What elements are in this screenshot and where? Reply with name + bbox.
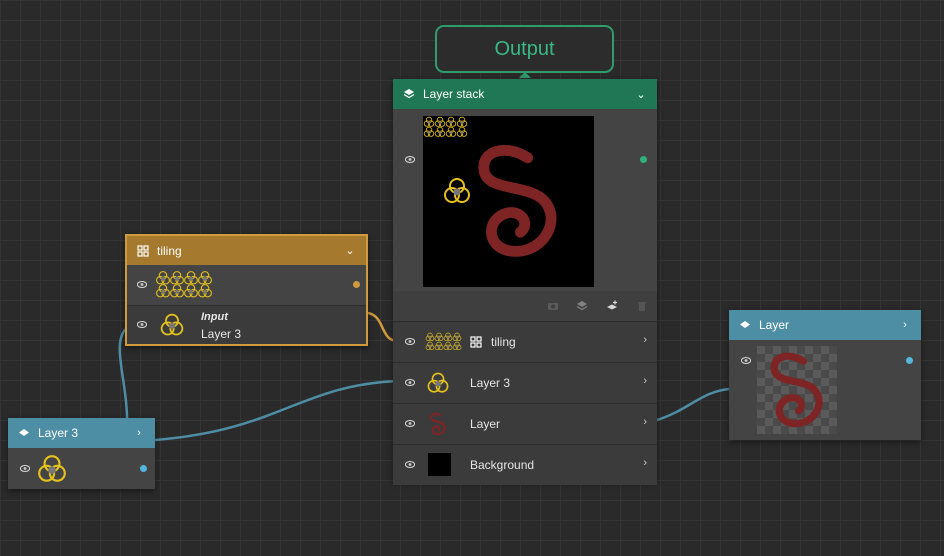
trefoil-knot-thumbnail <box>38 455 66 482</box>
red-swirl-preview <box>757 346 837 434</box>
chevron-right-icon[interactable]: › <box>643 457 647 469</box>
layer-header[interactable]: Layer › <box>729 310 921 340</box>
tiling-node[interactable]: tiling ⌄ Input Layer 3 <box>125 234 368 346</box>
eye-icon[interactable] <box>741 357 751 364</box>
layer-stack-header[interactable]: Layer stack ⌄ <box>393 79 657 109</box>
chevron-right-icon[interactable]: › <box>643 375 647 387</box>
layer-node[interactable]: Layer › <box>729 310 921 440</box>
stack-row-layer3[interactable]: Layer 3 › <box>393 362 657 403</box>
eye-icon[interactable] <box>137 321 147 328</box>
grid-icon <box>137 245 149 257</box>
eye-icon[interactable] <box>405 461 415 468</box>
add-layer-icon[interactable] <box>606 300 618 312</box>
camera-icon[interactable] <box>547 300 559 312</box>
eye-icon[interactable] <box>405 338 415 345</box>
eye-icon[interactable] <box>137 281 147 288</box>
black-square-thumbnail <box>428 453 451 476</box>
chevron-right-icon[interactable]: › <box>643 334 647 346</box>
layer3-node[interactable]: Layer 3 › <box>8 418 155 489</box>
layers-icon <box>403 88 415 100</box>
tiling-title: tiling <box>157 243 182 258</box>
layer3-title: Layer 3 <box>38 426 79 440</box>
transparency-checker <box>757 346 837 434</box>
layer-title: Layer <box>759 318 790 332</box>
layer-stack-preview <box>393 109 657 321</box>
layer-stack-title: Layer stack <box>423 87 485 101</box>
tiled-knots-thumbnail <box>156 271 212 298</box>
chevron-right-icon[interactable]: › <box>899 319 911 331</box>
stack-row-tiling[interactable]: tiling › <box>393 321 657 362</box>
grid-icon <box>470 336 482 348</box>
output-input-port[interactable] <box>519 72 531 78</box>
tiling-input-value: Layer 3 <box>201 327 242 341</box>
layer-preview-row <box>729 340 921 440</box>
trefoil-knot-thumbnail <box>160 313 184 336</box>
layer-icon <box>18 427 30 439</box>
layer3-preview-row <box>8 448 155 489</box>
chevron-down-icon[interactable]: ⌄ <box>635 88 647 101</box>
layer-stack-node[interactable]: Layer stack ⌄ tiling › Layer 3 › Layer ›… <box>393 79 657 485</box>
trefoil-knot-thumbnail <box>427 372 449 393</box>
stack-row-label: Layer 3 <box>470 376 511 390</box>
layers-icon[interactable] <box>576 300 588 312</box>
output-node[interactable]: Output <box>435 25 614 73</box>
tiling-header[interactable]: tiling ⌄ <box>127 236 366 265</box>
chevron-right-icon[interactable]: › <box>643 416 647 428</box>
red-swirl-thumbnail <box>429 412 446 436</box>
eye-icon[interactable] <box>405 420 415 427</box>
output-label: Output <box>494 37 555 60</box>
tiling-input-row[interactable]: Input Layer 3 <box>127 306 366 344</box>
composite-preview-image <box>423 116 594 287</box>
stack-row-label: tiling <box>491 335 516 349</box>
layer-icon <box>739 319 751 331</box>
layer-stack-output-port[interactable] <box>640 156 647 163</box>
layer-output-port[interactable] <box>906 357 913 364</box>
eye-icon[interactable] <box>20 465 30 472</box>
stack-row-layer[interactable]: Layer › <box>393 403 657 444</box>
layer3-header[interactable]: Layer 3 › <box>8 418 155 448</box>
composite-preview-art <box>423 116 594 287</box>
trash-icon[interactable] <box>636 300 648 312</box>
layer3-output-port[interactable] <box>140 465 147 472</box>
tiled-knots-thumbnail <box>425 332 462 350</box>
chevron-right-icon[interactable]: › <box>133 427 145 439</box>
stack-row-label: Layer <box>470 417 501 431</box>
stack-row-background[interactable]: Background › <box>393 444 657 485</box>
tiling-input-label: Input <box>201 311 228 323</box>
tiling-output-port[interactable] <box>353 281 360 288</box>
stack-row-label: Background <box>470 458 535 472</box>
wire-layer-to-stack <box>653 387 730 423</box>
eye-icon[interactable] <box>405 379 415 386</box>
chevron-down-icon[interactable]: ⌄ <box>344 244 356 257</box>
tiling-preview-row <box>127 265 366 306</box>
eye-icon[interactable] <box>405 156 415 163</box>
wire-layer3-to-stack <box>154 379 399 442</box>
layer-stack-toolbar <box>393 291 657 321</box>
